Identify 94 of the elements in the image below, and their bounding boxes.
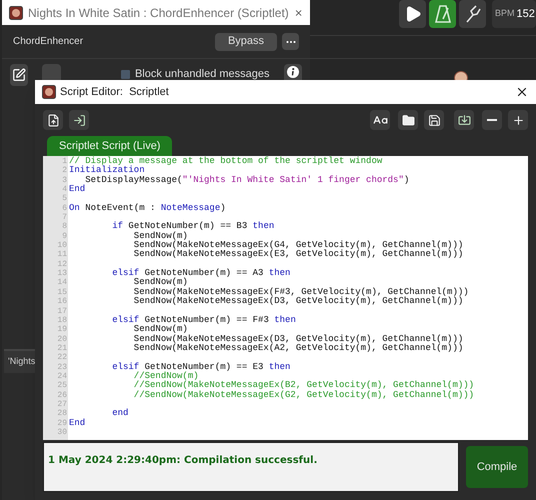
line-number: 22 [57,353,67,363]
font-button[interactable] [370,110,390,130]
code-line: On NoteEvent(m : NoteMessage) [69,202,226,213]
line-number: 19 [57,325,67,335]
checkbox[interactable] [120,70,130,79]
compile-button[interactable]: Compile [466,446,528,488]
line-number: 20 [57,334,67,344]
bpm-label: BPM [495,7,515,20]
side-tab[interactable]: 'Nights [4,349,36,373]
code-line: elsif GetNoteNumber(m) == E3 then [111,362,290,372]
window-title: Nights In White Satin : ChordEnhencer (Scriptlet) [28,4,289,22]
line-number: 2 [62,166,67,176]
line-number: 27 [57,400,67,410]
zoom-out-button[interactable] [482,110,502,130]
code-line: SendNow(m) [132,230,188,241]
line-number: 17 [57,306,67,316]
metronome-button[interactable] [429,0,456,28]
script-tab[interactable]: Scriptlet Script (Live) [47,136,172,156]
line-number: 30 [57,428,67,438]
edit-button[interactable] [10,64,28,86]
play-button[interactable] [399,0,426,28]
edit-icon [12,68,26,82]
save-button[interactable] [424,110,444,130]
code-line: SendNow(MakeNoteMessageEx(D3, GetVelocity(m), GetChannel(m))) [132,334,464,344]
file-upload-icon [46,114,60,126]
folder-icon [402,114,414,126]
code-line: if GetNoteNumber(m) == B3 then [111,221,274,232]
code-editor[interactable] [43,156,528,440]
line-number: 10 [57,241,67,250]
app-icon [9,6,23,20]
code-line: SendNow(MakeNoteMessageEx(E3, GetVelocity(m), GetChannel(m))) [132,249,464,260]
line-number: 29 [57,418,67,428]
line-number: 25 [57,381,67,391]
line-number: 28 [57,409,67,419]
line-number: 13 [57,269,67,278]
line-number: 21 [57,344,67,354]
code-line: //SendNow(MakeNoteMessageEx(G2, GetVelocity(m), GetChannel(m))) [132,390,474,400]
code-line: //SendNow(m) [132,370,199,381]
export-button[interactable] [69,110,89,130]
more-button[interactable] [282,33,299,50]
line-number: 14 [57,278,67,288]
app-icon [42,85,56,99]
line-number: 1 [62,157,67,166]
info-icon [286,66,299,78]
code-line: End [69,184,86,194]
line-number: 5 [62,194,67,204]
import-button[interactable] [454,110,474,130]
checkbox-label: Block unhandled messages [134,67,270,82]
window-title: Script Editor: Scriptlet [60,84,170,100]
code-line: //SendNow(MakeNoteMessageEx(B2, GetVelocity(m), GetChannel(m))) [132,380,474,390]
line-number: 24 [57,372,67,382]
line-number: 8 [62,222,67,232]
arrow-into-box-icon [72,114,86,126]
status-message: 1 May 2024 2:29:40pm: Compilation successful. [48,455,318,466]
line-number: 12 [57,260,67,270]
code-line: SetDisplayMessage("'Nights In White Satin' 1 finger chords") [84,174,410,185]
line-number: 4 [62,185,67,194]
plugin-name: ChordEnhencer [13,35,84,49]
code-line: // Display a message at the bottom of the scriptlet window [69,156,382,166]
bpm-value: 152 [516,6,535,22]
bypass-button[interactable]: Bypass [215,32,277,50]
line-number: 6 [62,204,67,214]
save-icon [428,114,440,126]
metronome-icon [434,5,450,23]
tuning-fork-icon [464,5,480,23]
line-number: 16 [57,297,67,306]
line-number: 3 [62,176,67,186]
line-number: 18 [57,316,67,326]
line-number: 9 [62,232,67,242]
code-line: SendNow(m) [132,277,188,288]
code-line: end [111,408,128,418]
info-button[interactable] [284,64,302,80]
tuning-fork-button[interactable] [459,0,486,28]
line-number: 26 [57,390,67,400]
line-number: 15 [57,288,67,298]
line-number: 23 [57,362,67,372]
line-number: 11 [57,250,67,260]
code-line: SendNow(MakeNoteMessageEx(A2, GetVelocity(m), GetChannel(m))) [132,342,464,353]
code-line: SendNow(m) [132,324,188,334]
plus-icon [512,114,524,126]
code-line: elsif GetNoteNumber(m) == A3 then [111,268,290,278]
close-icon[interactable] [515,85,529,99]
line-number: 7 [62,213,67,222]
code-line: elsif GetNoteNumber(m) == F#3 then [111,314,296,325]
code-line: End [69,418,86,428]
zoom-in-button[interactable] [508,110,528,130]
minus-icon [487,119,497,121]
import-icon [458,114,470,126]
code-line: Initialization [69,165,145,176]
code-line: SendNow(MakeNoteMessageEx(D3, GetVelocity(m), GetChannel(m))) [132,296,464,306]
open-button[interactable] [398,110,418,130]
code-line: SendNow(MakeNoteMessageEx(G4, GetVelocity(m), GetChannel(m))) [132,240,464,250]
code-line: SendNow(MakeNoteMessageEx(F#3, GetVelocity(m), GetChannel(m))) [132,286,469,297]
new-script-button[interactable] [43,110,63,130]
